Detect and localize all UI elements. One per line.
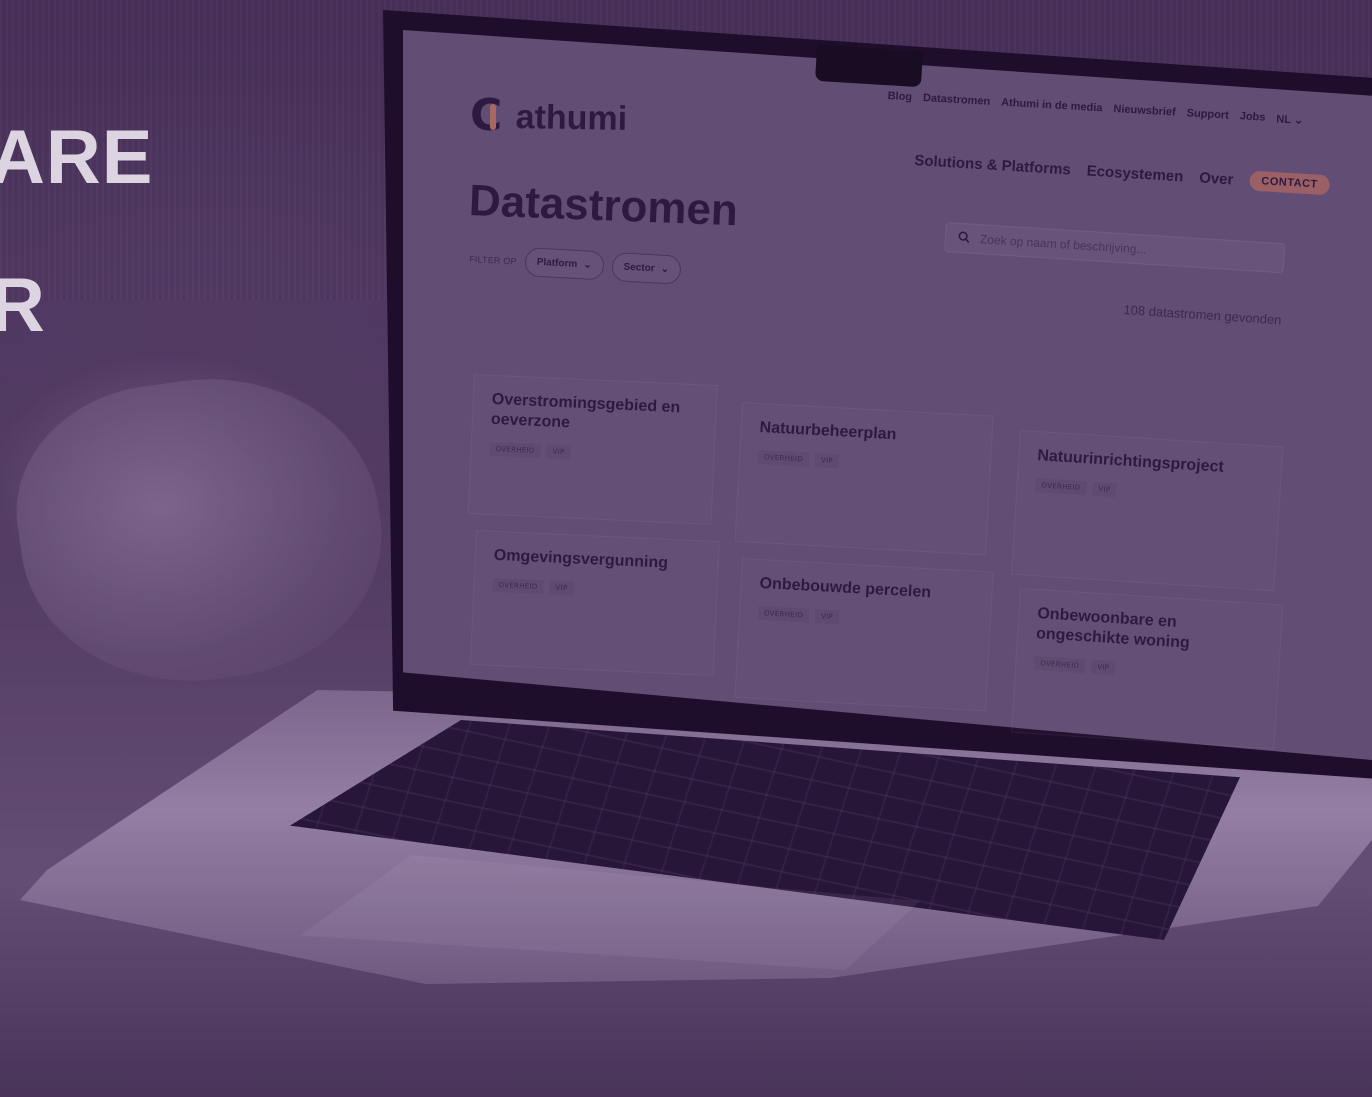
nav-over[interactable]: Over (1199, 169, 1234, 188)
tag-overheid: OVERHEID (757, 449, 810, 467)
tag-vip: VIP (1092, 481, 1117, 498)
page-title: Datastromen (468, 176, 739, 236)
datastroom-card[interactable]: Onbebouwde percelen OVERHEID VIP (734, 558, 994, 712)
nav-link-support[interactable]: Support (1186, 107, 1229, 122)
language-select[interactable]: NL ⌄ (1276, 112, 1304, 127)
card-title: Onbebouwde percelen (759, 575, 932, 602)
tag-overheid: OVERHEID (1033, 656, 1086, 674)
nav-link-jobs[interactable]: Jobs (1239, 110, 1265, 124)
chevron-down-icon: ⌄ (582, 259, 592, 271)
headline-line-1: ARE (0, 115, 154, 200)
card-title: Natuurinrichtingsproject (1036, 447, 1225, 476)
camera-notch (815, 44, 923, 88)
card-title: Onbewoonbare en ongeschikte woning (1035, 605, 1191, 652)
card-title: Natuurbeheerplan (759, 419, 897, 444)
tag-vip: VIP (549, 580, 574, 596)
datastroom-card[interactable]: Overstromingsgebied en oeverzone OVERHEI… (467, 374, 718, 525)
chevron-down-icon: ⌄ (1293, 114, 1304, 127)
tag-overheid: OVERHEID (757, 605, 810, 623)
logo-accent (490, 104, 496, 130)
search-icon (958, 230, 971, 246)
tag-vip: VIP (814, 453, 840, 469)
datastroom-card[interactable]: Natuurbeheerplan OVERHEID VIP (734, 402, 994, 556)
datastroom-card[interactable]: Natuurinrichtingsproject OVERHEID VIP (1010, 430, 1284, 592)
chevron-down-icon: ⌄ (660, 263, 670, 276)
nav-link-blog[interactable]: Blog (887, 90, 912, 104)
tag-overheid: OVERHEID (492, 577, 544, 595)
datastroom-card[interactable]: Onbewoonbare en ongeschikte woning OVERH… (1010, 588, 1284, 750)
tag-vip: VIP (1090, 659, 1116, 676)
filter-label: FILTER OP (468, 253, 518, 267)
datastroom-card[interactable]: Omgevingsvergunning OVERHEID VIP (469, 530, 720, 676)
card-title: Omgevingsvergunning (493, 546, 669, 572)
filter-platform-dropdown[interactable]: Platform ⌄ (523, 247, 605, 281)
tag-overheid: OVERHEID (489, 441, 541, 459)
search-placeholder: Zoek op naam of beschrijving... (979, 232, 1147, 257)
card-title: Overstromingsgebied en oeverzone (490, 390, 681, 432)
filter-sector-dropdown[interactable]: Sector ⌄ (610, 251, 682, 285)
tag-vip: VIP (546, 444, 571, 460)
tag-overheid: OVERHEID (1035, 478, 1087, 496)
logo-text[interactable]: athumi (515, 98, 627, 139)
headline-line-2: R (0, 263, 46, 348)
tag-vip: VIP (814, 609, 840, 625)
